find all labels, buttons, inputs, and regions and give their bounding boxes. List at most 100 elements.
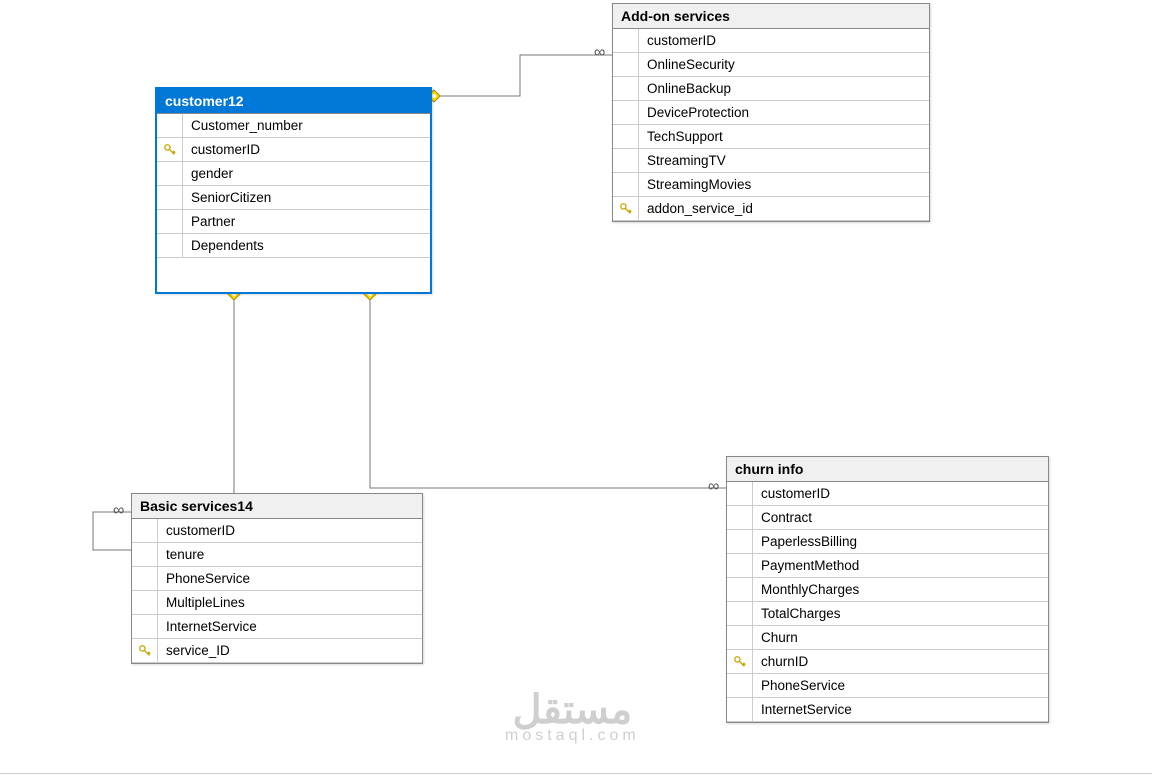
entity-field-row[interactable]: DeviceProtection: [613, 101, 929, 125]
entity-field-row[interactable]: SeniorCitizen: [157, 186, 430, 210]
field-name: Dependents: [183, 238, 264, 253]
entity-title[interactable]: Add-on services: [613, 4, 929, 29]
entity-title[interactable]: customer12: [157, 89, 430, 114]
entity-customer12[interactable]: customer12 Customer_number customerID gend…: [155, 87, 432, 294]
entity-field-row[interactable]: InternetService: [727, 698, 1048, 722]
entity-field-row[interactable]: StreamingTV: [613, 149, 929, 173]
entity-basic-services14[interactable]: Basic services14 customerID tenure PhoneSe…: [131, 493, 423, 664]
field-name: DeviceProtection: [639, 105, 749, 120]
primary-key-icon: [613, 197, 639, 220]
field-name: InternetService: [158, 619, 257, 634]
entity-field-row[interactable]: PhoneService: [132, 567, 422, 591]
entity-churn-info[interactable]: churn info customerID Contract PaperlessBi…: [726, 456, 1049, 723]
key-col-empty: [157, 234, 183, 257]
entity-field-row[interactable]: Partner: [157, 210, 430, 234]
entity-field-row[interactable]: Contract: [727, 506, 1048, 530]
relationship-endpoint-many: ∞: [113, 502, 124, 520]
entity-field-row[interactable]: tenure: [132, 543, 422, 567]
key-col-empty: [727, 554, 753, 577]
field-name: TotalCharges: [753, 606, 841, 621]
key-col-empty: [727, 506, 753, 529]
field-name: service_ID: [158, 643, 230, 658]
field-name: customerID: [183, 142, 260, 157]
key-col-empty: [132, 591, 158, 614]
field-name: churnID: [753, 654, 808, 669]
entity-field-row[interactable]: gender: [157, 162, 430, 186]
field-name: Partner: [183, 214, 235, 229]
field-name: gender: [183, 166, 233, 181]
key-col-empty: [613, 173, 639, 196]
entity-field-row[interactable]: PhoneService: [727, 674, 1048, 698]
field-name: addon_service_id: [639, 201, 753, 216]
entity-field-row[interactable]: InternetService: [132, 615, 422, 639]
field-name: PaymentMethod: [753, 558, 859, 573]
key-col-empty: [613, 29, 639, 52]
entity-field-row[interactable]: customerID: [613, 29, 929, 53]
key-col-empty: [613, 125, 639, 148]
key-col-empty: [132, 543, 158, 566]
key-col-empty: [727, 698, 753, 721]
entity-field-row[interactable]: TechSupport: [613, 125, 929, 149]
field-name: PhoneService: [753, 678, 845, 693]
erd-canvas[interactable]: ∞ ∞ ∞ customer12 Customer_numbercustomer…: [0, 0, 1152, 781]
key-col-empty: [157, 210, 183, 233]
primary-key-icon: [157, 138, 183, 161]
entity-title[interactable]: Basic services14: [132, 494, 422, 519]
field-name: tenure: [158, 547, 204, 562]
entity-addon-services[interactable]: Add-on services customerIDOnlineSecurity…: [612, 3, 930, 222]
key-col-empty: [132, 519, 158, 542]
primary-key-icon: [132, 639, 158, 662]
key-col-empty: [157, 162, 183, 185]
entity-field-row[interactable]: StreamingMovies: [613, 173, 929, 197]
entity-field-row[interactable]: OnlineBackup: [613, 77, 929, 101]
entity-field-row[interactable]: Customer_number: [157, 114, 430, 138]
field-name: customerID: [158, 523, 235, 538]
entity-field-row[interactable]: MultipleLines: [132, 591, 422, 615]
entity-field-row[interactable]: OnlineSecurity: [613, 53, 929, 77]
field-name: OnlineBackup: [639, 81, 731, 96]
entity-title[interactable]: churn info: [727, 457, 1048, 482]
watermark: مستقل mostaql.com: [505, 690, 640, 744]
entity-field-row[interactable]: service_ID: [132, 639, 422, 663]
entity-field-row[interactable]: TotalCharges: [727, 602, 1048, 626]
canvas-footer-divider: [0, 773, 1152, 781]
field-name: Contract: [753, 510, 812, 525]
key-col-empty: [613, 101, 639, 124]
watermark-text-en: mostaql.com: [505, 728, 640, 744]
field-name: TechSupport: [639, 129, 723, 144]
entity-field-row[interactable]: Dependents: [157, 234, 430, 258]
key-col-empty: [727, 626, 753, 649]
key-col-empty: [132, 567, 158, 590]
field-name: InternetService: [753, 702, 852, 717]
key-col-empty: [157, 114, 183, 137]
field-name: Churn: [753, 630, 798, 645]
field-name: SeniorCitizen: [183, 190, 271, 205]
entity-body: customerIDOnlineSecurity OnlineBackup Devi…: [613, 29, 929, 221]
entity-field-row[interactable]: customerID: [132, 519, 422, 543]
field-name: PhoneService: [158, 571, 250, 586]
key-col-empty: [613, 53, 639, 76]
entity-body: Customer_number customerID gender SeniorCit…: [157, 114, 430, 292]
entity-body: customerID Contract PaperlessBilling Paymen…: [727, 482, 1048, 722]
watermark-text-ar: مستقل: [505, 690, 640, 730]
entity-field-row[interactable]: PaymentMethod: [727, 554, 1048, 578]
key-col-empty: [157, 186, 183, 209]
entity-field-row[interactable]: addon_service_id: [613, 197, 929, 221]
entity-field-row[interactable]: customerID: [157, 138, 430, 162]
entity-field-row[interactable]: MonthlyCharges: [727, 578, 1048, 602]
primary-key-icon: [727, 650, 753, 673]
relationship-endpoint-many: ∞: [594, 44, 605, 62]
key-col-empty: [613, 77, 639, 100]
key-col-empty: [613, 149, 639, 172]
key-col-empty: [132, 615, 158, 638]
field-name: PaperlessBilling: [753, 534, 857, 549]
key-col-empty: [727, 602, 753, 625]
key-col-empty: [727, 530, 753, 553]
entity-field-row[interactable]: churnID: [727, 650, 1048, 674]
entity-body: customerID tenure PhoneService MultipleLine…: [132, 519, 422, 663]
key-col-empty: [727, 482, 753, 505]
entity-field-row[interactable]: Churn: [727, 626, 1048, 650]
key-col-empty: [727, 674, 753, 697]
entity-field-row[interactable]: PaperlessBilling: [727, 530, 1048, 554]
entity-field-row[interactable]: customerID: [727, 482, 1048, 506]
